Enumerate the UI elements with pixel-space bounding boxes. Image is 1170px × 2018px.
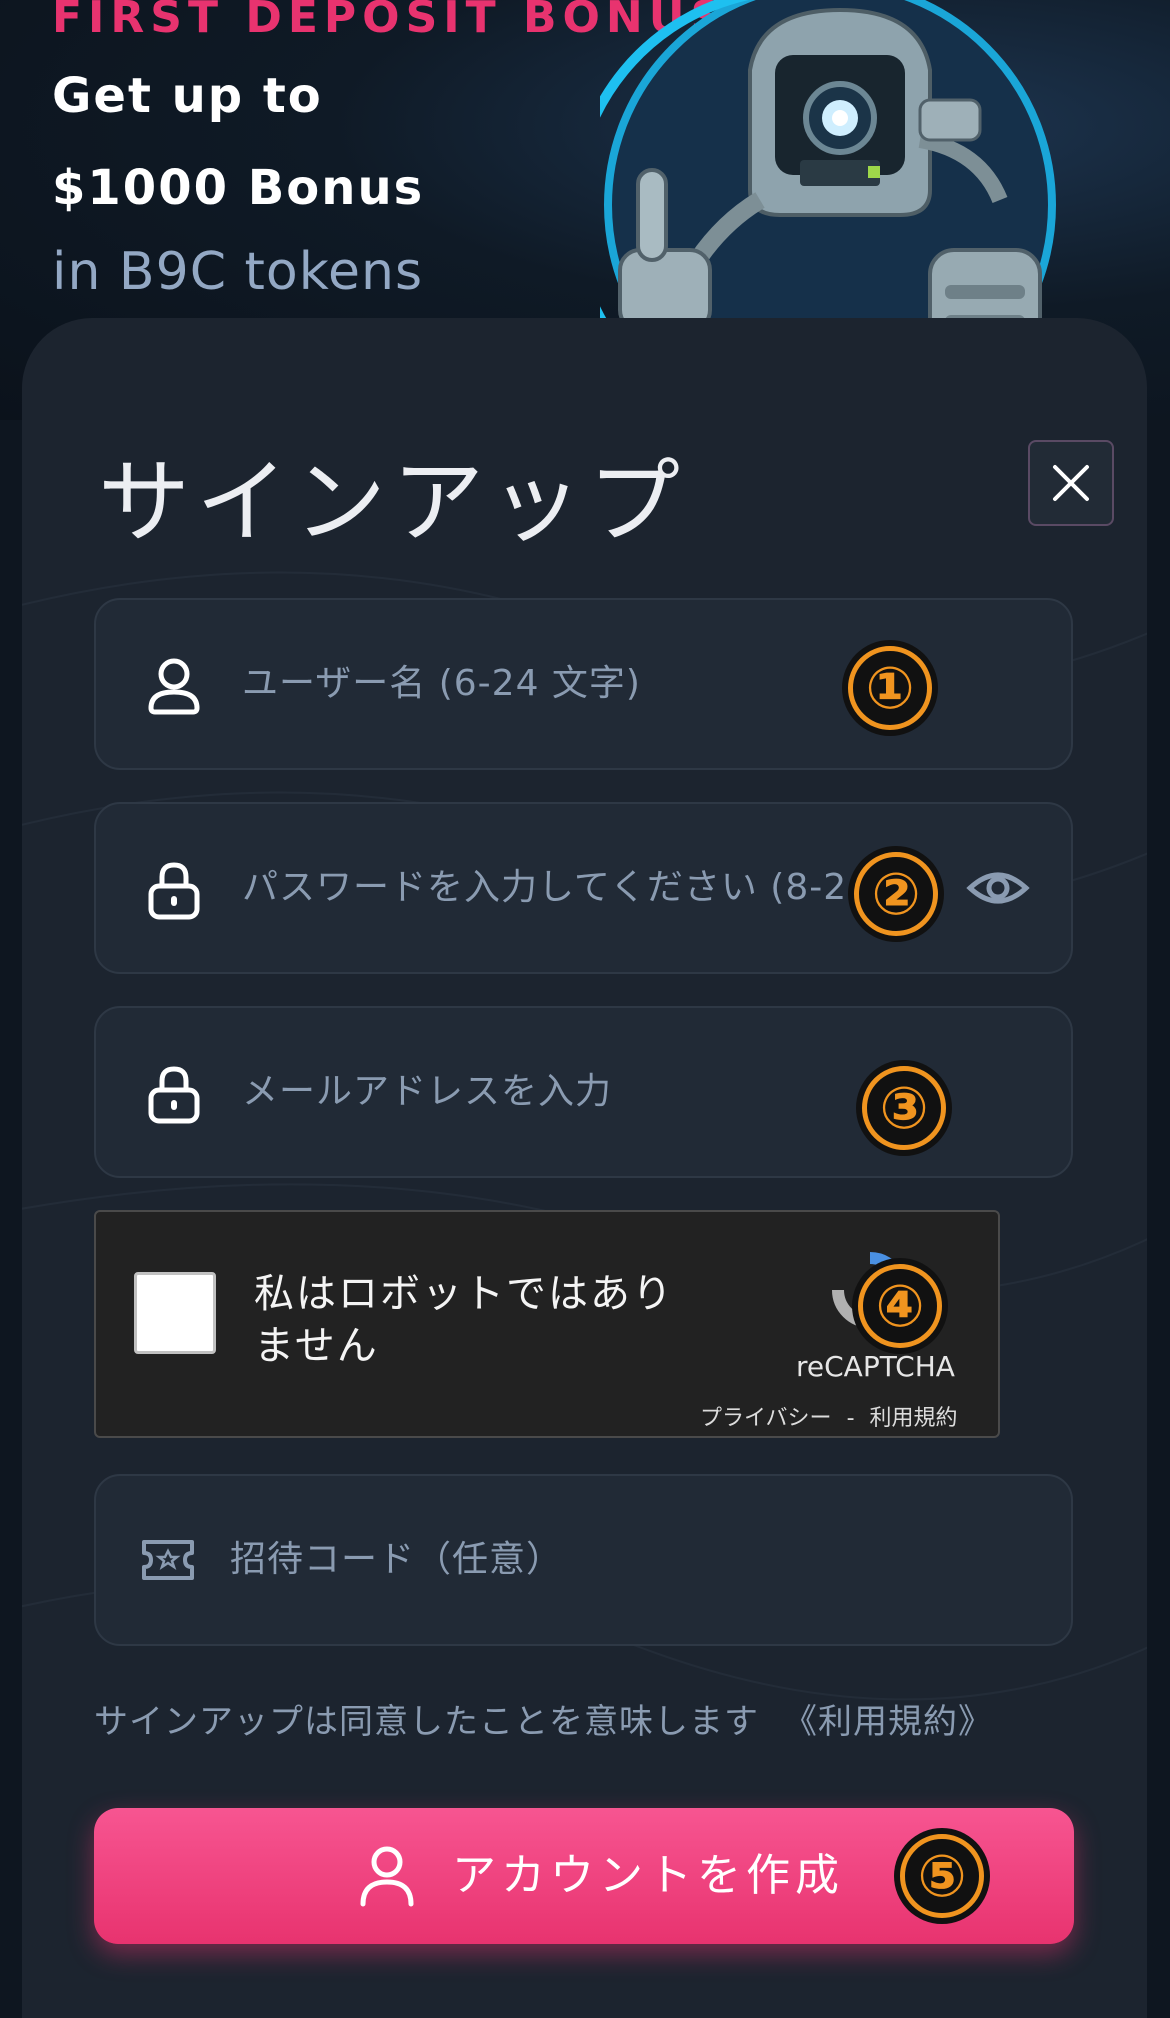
recaptcha-separator: - (846, 1406, 855, 1431)
page-title: サインアップ (98, 449, 687, 556)
user-icon (360, 1846, 414, 1907)
annotation-badge-1: ① (842, 640, 938, 736)
ticket-icon (142, 1540, 194, 1580)
create-account-label: アカウントを作成 (452, 1850, 844, 1901)
invite-code-field[interactable]: 招待コード（任意） (94, 1474, 1073, 1646)
terms-link[interactable]: 《利用規約》 (783, 1702, 993, 1742)
recaptcha-label: 私はロボットではありません (254, 1271, 674, 1369)
close-button[interactable] (1028, 440, 1114, 526)
recaptcha-brand: reCAPTCHA (796, 1350, 955, 1383)
username-placeholder: ユーザー名 (6-24 文字) (242, 663, 641, 704)
annotation-badge-3: ③ (856, 1060, 952, 1156)
recaptcha-checkbox[interactable] (134, 1272, 216, 1354)
annotation-badge-2: ② (848, 846, 944, 942)
annotation-badge-4: ④ (852, 1258, 948, 1354)
lock-icon (148, 862, 200, 920)
recaptcha-privacy-link[interactable]: プライバシー (700, 1406, 832, 1431)
terms-text: サインアップは同意したことを意味します (94, 1702, 759, 1742)
annotation-badge-5: ⑤ (894, 1828, 990, 1924)
promo-headline-2: $1000 Bonus (52, 160, 425, 216)
promo-headline-1: Get up to (52, 68, 323, 124)
terms-notice: サインアップは同意したことを意味します 《利用規約》 (94, 1694, 993, 1743)
eye-icon[interactable] (966, 856, 1030, 920)
user-icon (148, 658, 200, 715)
invite-code-placeholder: 招待コード（任意） (230, 1539, 564, 1580)
password-placeholder: パスワードを入力してください (8-24 (242, 867, 872, 908)
email-placeholder: メールアドレスを入力 (242, 1071, 613, 1112)
recaptcha-terms-link[interactable]: 利用規約 (870, 1406, 958, 1431)
lock-icon (148, 1066, 200, 1124)
promo-subline: in B9C tokens (52, 242, 424, 302)
recaptcha-links: プライバシー - 利用規約 (700, 1400, 958, 1432)
close-icon (1053, 465, 1089, 501)
